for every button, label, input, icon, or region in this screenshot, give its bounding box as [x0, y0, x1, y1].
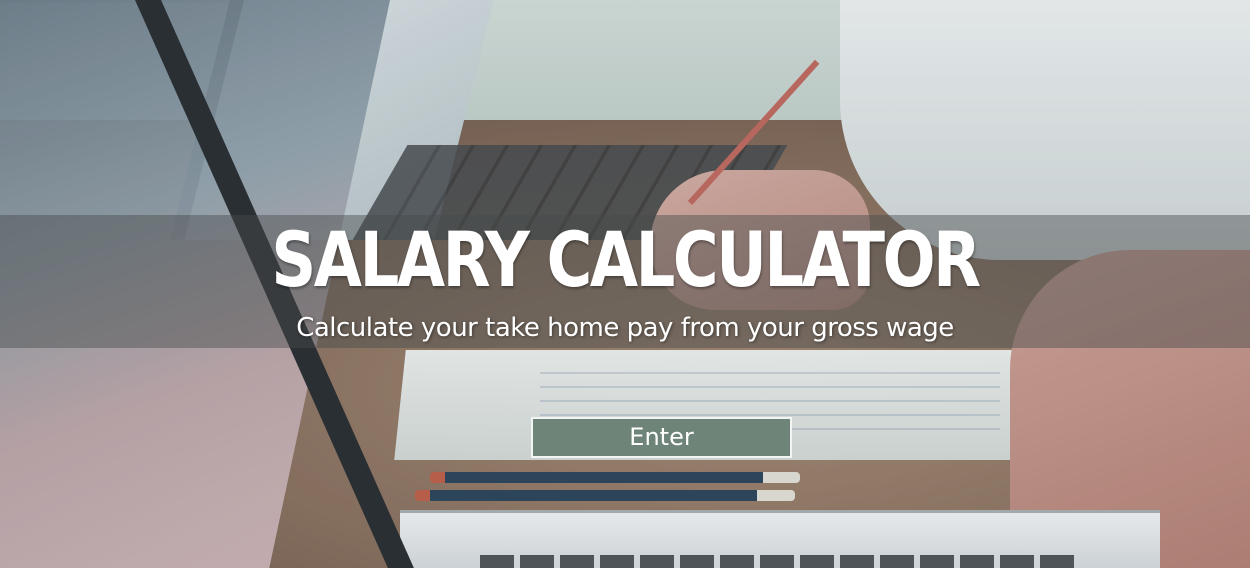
page-subtitle: Calculate your take home pay from your g…	[296, 313, 954, 343]
enter-button[interactable]: Enter	[531, 417, 792, 458]
hero-section: SALARY CALCULATOR Calculate your take ho…	[0, 0, 1250, 568]
page-title: SALARY CALCULATOR	[271, 215, 981, 304]
